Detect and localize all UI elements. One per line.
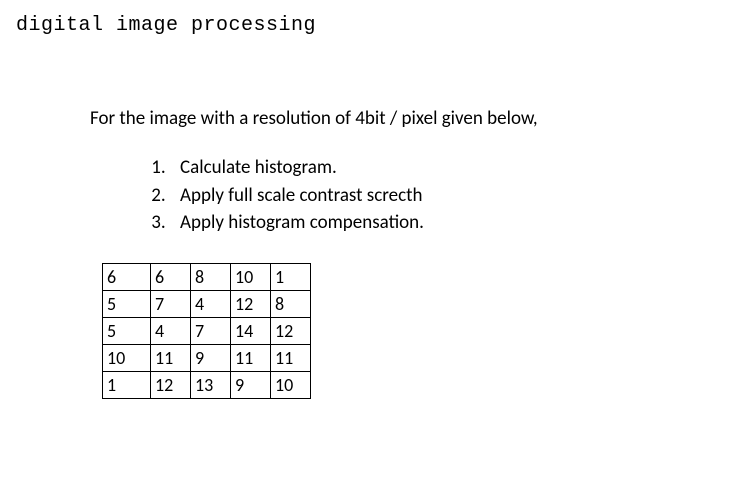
cell: 8 (191, 263, 231, 290)
cell: 7 (151, 290, 191, 317)
cell: 13 (191, 371, 231, 398)
cell: 10 (231, 263, 271, 290)
intro-text: For the image with a resolution of 4bit … (90, 107, 744, 130)
cell: 5 (103, 290, 151, 317)
cell: 11 (231, 344, 271, 371)
task-item: Apply histogram compensation. (170, 209, 744, 237)
cell: 6 (151, 263, 191, 290)
task-item: Apply full scale contrast screcth (170, 182, 744, 210)
table-row: 5 4 7 14 12 (103, 317, 311, 344)
cell: 11 (271, 344, 311, 371)
cell: 6 (103, 263, 151, 290)
content-area: For the image with a resolution of 4bit … (0, 37, 744, 399)
cell: 4 (191, 290, 231, 317)
table-row: 5 7 4 12 8 (103, 290, 311, 317)
cell: 9 (191, 344, 231, 371)
cell: 12 (231, 290, 271, 317)
table-row: 10 11 9 11 11 (103, 344, 311, 371)
cell: 12 (271, 317, 311, 344)
cell: 1 (271, 263, 311, 290)
cell: 12 (151, 371, 191, 398)
table-row: 1 12 13 9 10 (103, 371, 311, 398)
cell: 8 (271, 290, 311, 317)
cell: 11 (151, 344, 191, 371)
cell: 4 (151, 317, 191, 344)
cell: 7 (191, 317, 231, 344)
task-list: Calculate histogram. Apply full scale co… (90, 154, 744, 237)
cell: 14 (231, 317, 271, 344)
cell: 9 (231, 371, 271, 398)
image-grid: 6 6 8 10 1 5 7 4 12 8 5 4 7 14 12 10 11 … (102, 263, 311, 399)
cell: 10 (271, 371, 311, 398)
cell: 10 (103, 344, 151, 371)
task-item: Calculate histogram. (170, 154, 744, 182)
cell: 5 (103, 317, 151, 344)
cell: 1 (103, 371, 151, 398)
table-row: 6 6 8 10 1 (103, 263, 311, 290)
page-title: digital image processing (0, 0, 744, 37)
